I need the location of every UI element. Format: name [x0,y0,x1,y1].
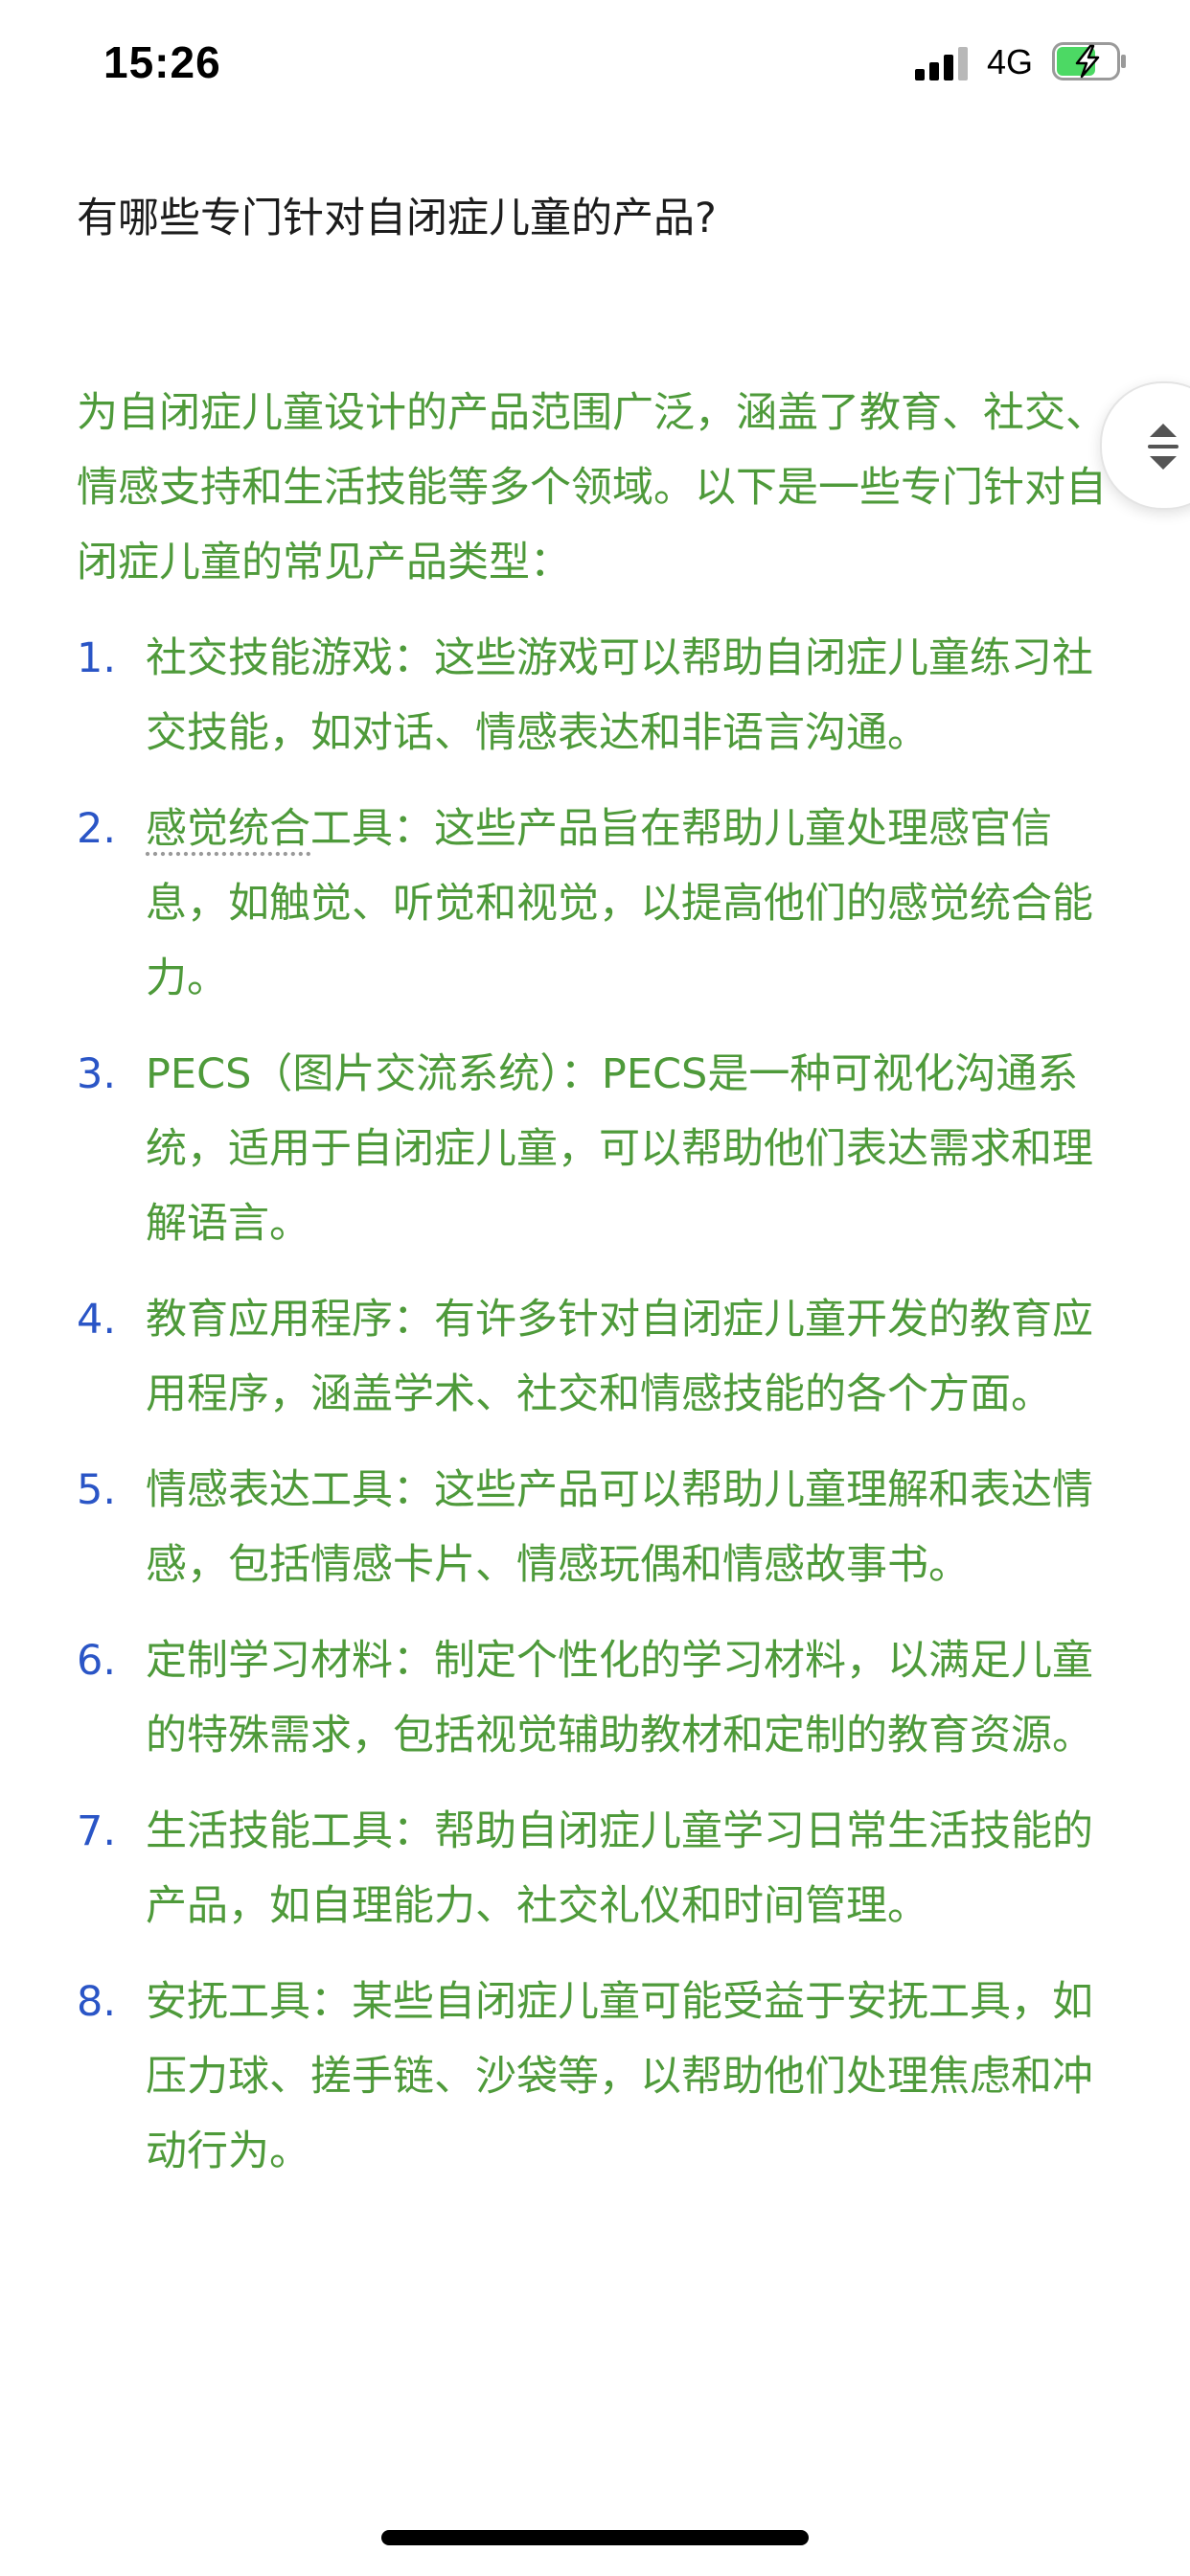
list-item-text: 情感表达工具：这些产品可以帮助儿童理解和表达情感，包括情感卡片、情感玩偶和情感故… [146,1466,1093,1589]
list-item-text: 生活技能工具：帮助自闭症儿童学习日常生活技能的产品，如自理能力、社交礼仪和时间管… [146,1807,1093,1930]
list-item-text: 安抚工具：某些自闭症儿童可能受益于安抚工具，如压力球、搓手链、沙袋等，以帮助他们… [146,1978,1093,2175]
collapse-expand-icon [1148,424,1179,470]
list-number: 2. [77,805,117,853]
list-item: 2. 感觉统合工具：这些产品旨在帮助儿童处理感官信息，如触觉、听觉和视觉，以提高… [77,792,1111,1016]
list-item-text: PECS（图片交流系统）：PECS是一种可视化沟通系统，适用于自闭症儿童，可以帮… [146,1050,1093,1248]
list-number: 3. [77,1050,117,1098]
signal-icon [915,46,969,80]
home-indicator[interactable] [381,2530,809,2545]
status-time: 15:26 [103,37,221,87]
assistant-answer: 为自闭症儿童设计的产品范围广泛，涵盖了教育、社交、情感支持和生活技能等多个领域。… [77,376,1111,2210]
status-bar: 15:26 4G [0,0,1190,134]
list-item: 7. 生活技能工具：帮助自闭症儿童学习日常生活技能的产品，如自理能力、社交礼仪和… [77,1794,1111,1944]
answer-intro: 为自闭症儿童设计的产品范围广泛，涵盖了教育、社交、情感支持和生活技能等多个领域。… [77,389,1107,586]
list-number: 5. [77,1466,117,1514]
list-item: 3. PECS（图片交流系统）：PECS是一种可视化沟通系统，适用于自闭症儿童，… [77,1037,1111,1261]
list-item-text: 社交技能游戏：这些游戏可以帮助自闭症儿童练习社交技能，如对话、情感表达和非语言沟… [146,634,1093,757]
list-number: 6. [77,1637,117,1685]
user-question: 有哪些专门针对自闭症儿童的产品? [77,195,717,242]
battery-icon [1052,42,1129,80]
network-type: 4G [987,42,1034,81]
list-number: 4. [77,1296,117,1344]
list-number: 8. [77,1978,117,2026]
list-item: 4. 教育应用程序：有许多针对自闭症儿童开发的教育应用程序，涵盖学术、社交和情感… [77,1282,1111,1432]
list-item: 8. 安抚工具：某些自闭症儿童可能受益于安抚工具，如压力球、搓手链、沙袋等，以帮… [77,1965,1111,2189]
product-list: 1. 社交技能游戏：这些游戏可以帮助自闭症儿童练习社交技能，如对话、情感表达和非… [77,621,1111,2189]
underlined-term[interactable]: 感觉统合 [146,805,310,853]
list-number: 1. [77,634,117,682]
scroll-toggle-button[interactable] [1100,381,1190,510]
list-item: 1. 社交技能游戏：这些游戏可以帮助自闭症儿童练习社交技能，如对话、情感表达和非… [77,621,1111,770]
list-item: 6. 定制学习材料：制定个性化的学习材料，以满足儿童的特殊需求，包括视觉辅助教材… [77,1623,1111,1773]
list-item-text: 教育应用程序：有许多针对自闭症儿童开发的教育应用程序，涵盖学术、社交和情感技能的… [146,1296,1093,1418]
list-item-text: 感觉统合工具：这些产品旨在帮助儿童处理感官信息，如触觉、听觉和视觉，以提高他们的… [146,805,1093,1002]
list-item-text: 定制学习材料：制定个性化的学习材料，以满足儿童的特殊需求，包括视觉辅助教材和定制… [146,1637,1093,1760]
list-number: 7. [77,1807,117,1855]
list-item: 5. 情感表达工具：这些产品可以帮助儿童理解和表达情感，包括情感卡片、情感玩偶和… [77,1453,1111,1602]
